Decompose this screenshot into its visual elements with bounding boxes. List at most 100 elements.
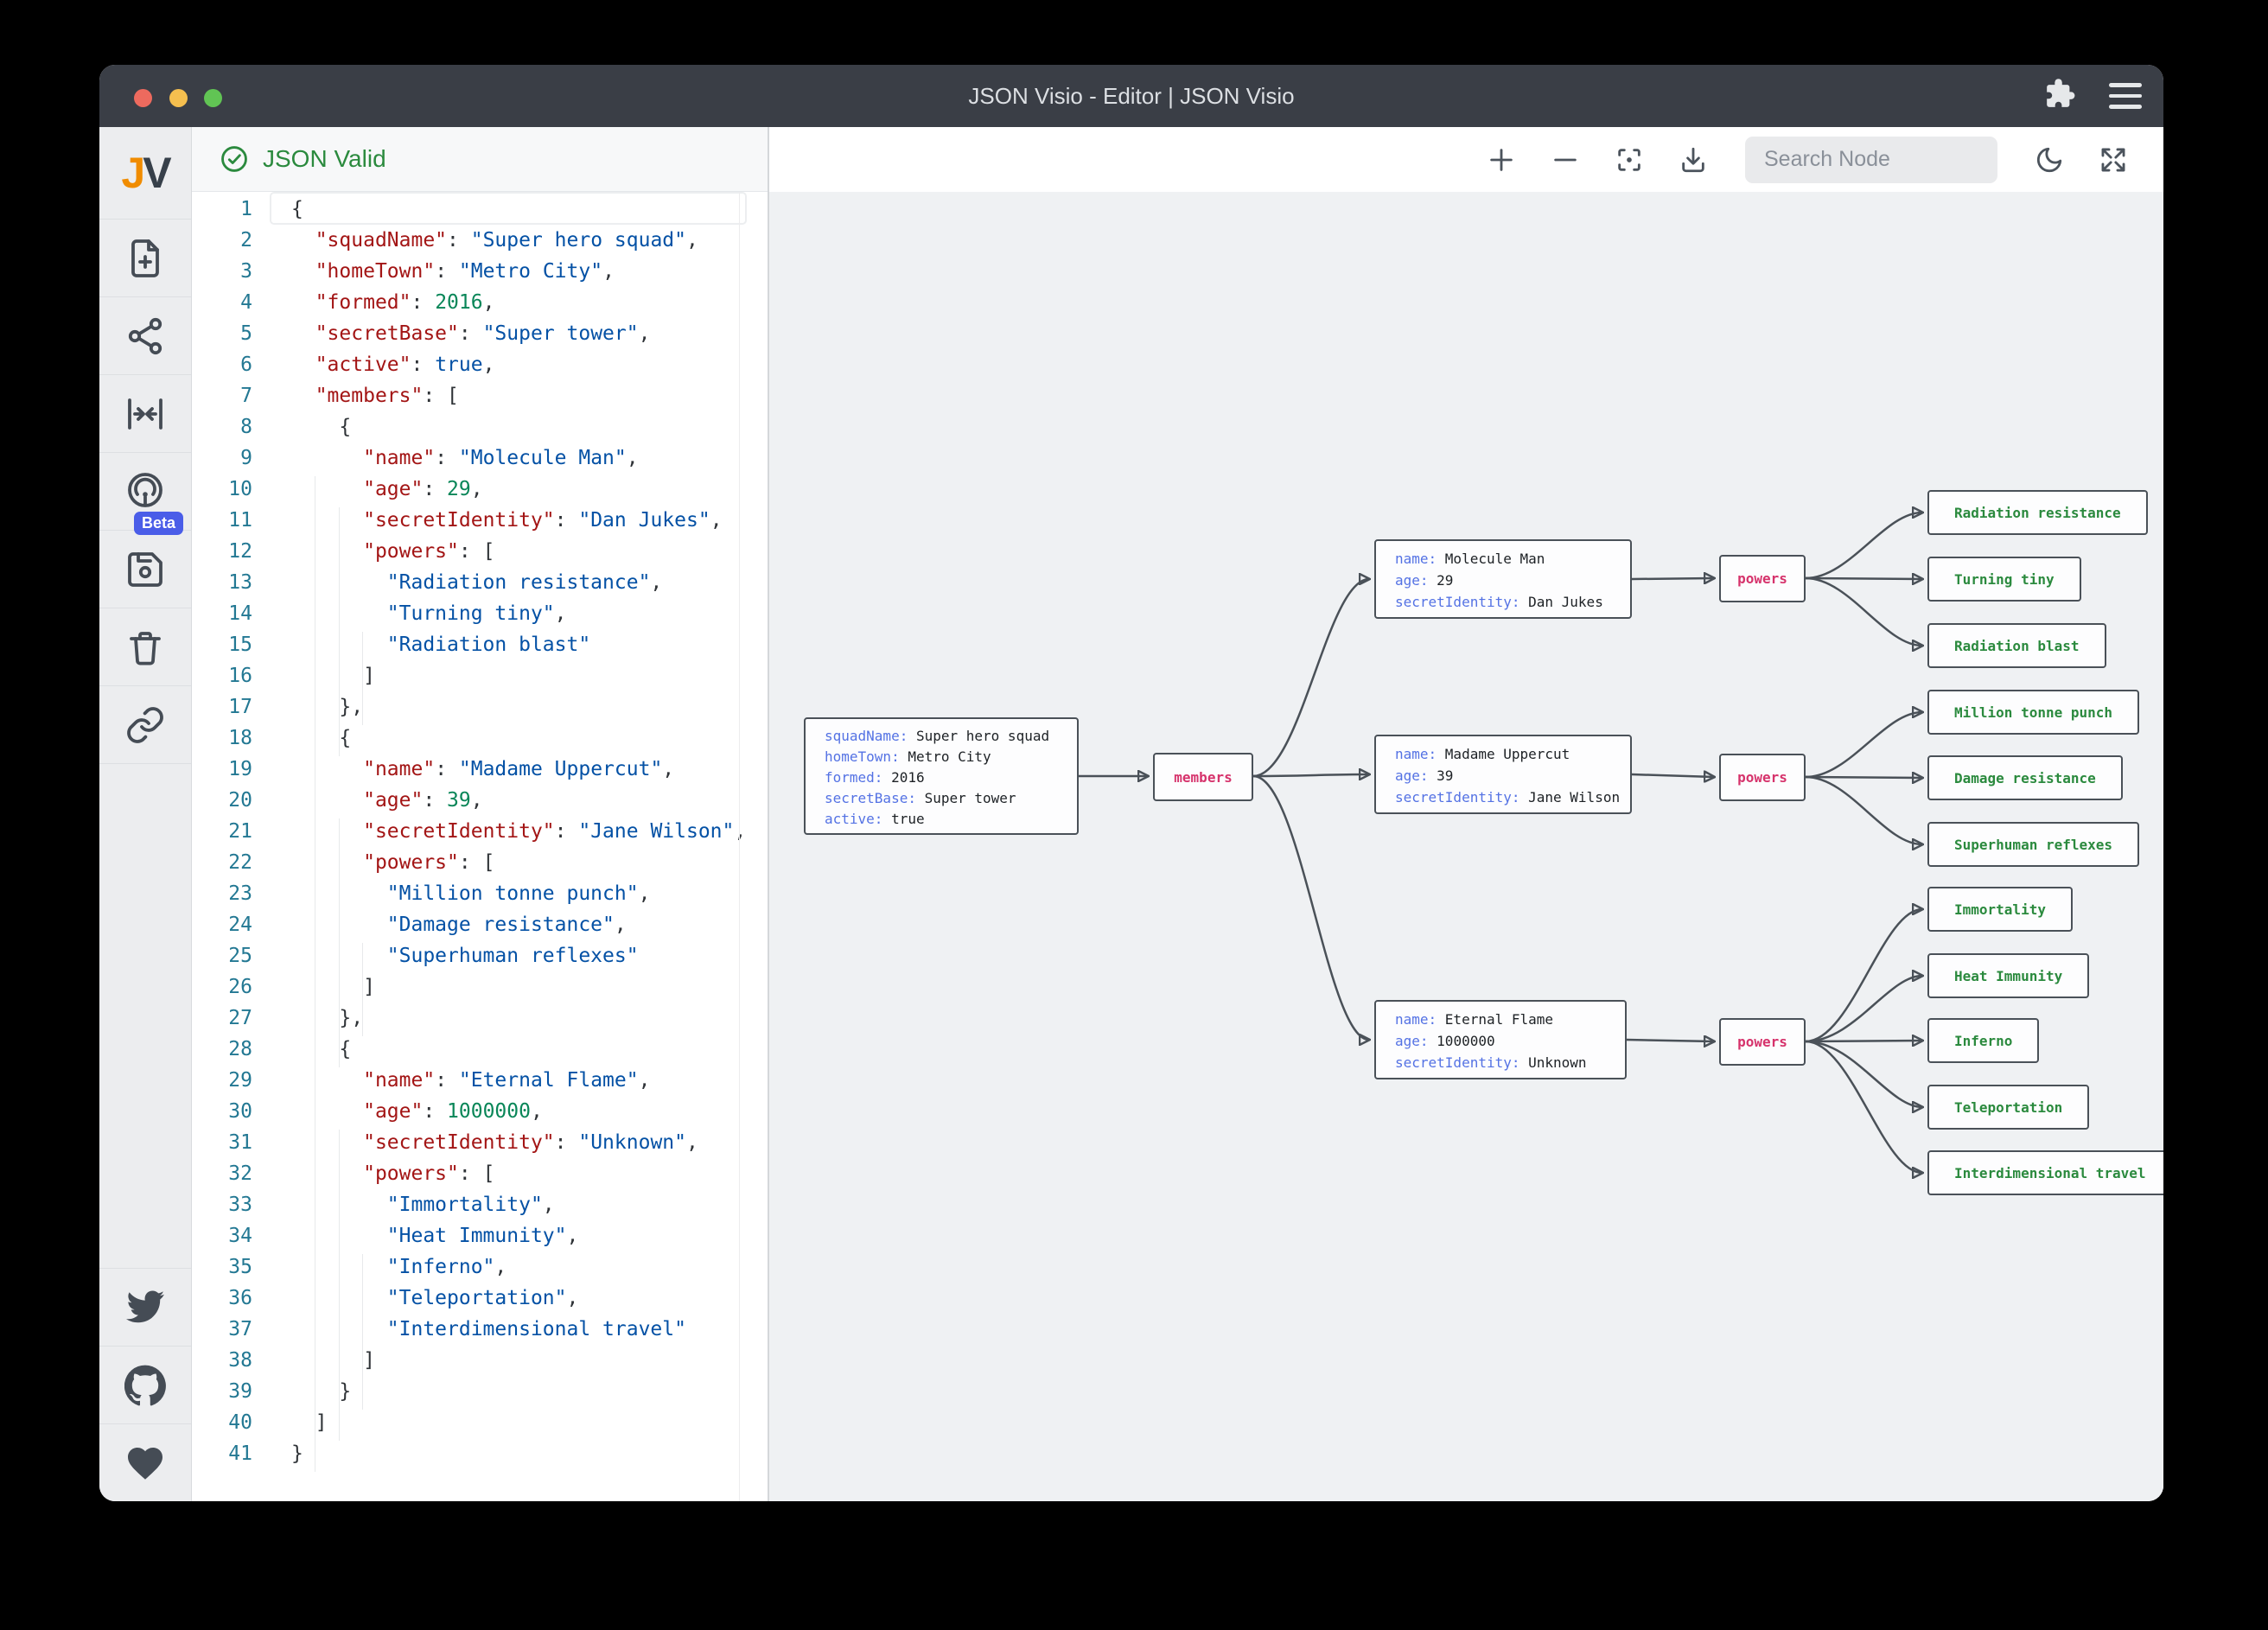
code-line[interactable]: "secretIdentity": "Jane Wilson",	[291, 816, 769, 847]
graph-member-node[interactable]: name: Madame Uppercutage: 39secretIdenti…	[1374, 735, 1632, 814]
code-line[interactable]: "Immortality",	[291, 1189, 769, 1220]
code-line[interactable]: {	[291, 723, 769, 754]
code-line[interactable]: "homeTown": "Metro City",	[291, 256, 769, 287]
save-icon	[124, 549, 166, 590]
graph-root-node[interactable]: squadName: Super hero squadhomeTown: Met…	[804, 717, 1079, 835]
json-valid-status: JSON Valid	[263, 145, 386, 173]
line-number: 1	[192, 194, 252, 225]
sidebar-item-delete[interactable]	[99, 608, 191, 685]
logo-v: V	[143, 149, 169, 197]
code-line[interactable]: ]	[291, 1407, 769, 1438]
graph-members-node[interactable]: members	[1153, 753, 1253, 801]
code-line[interactable]: {	[291, 1034, 769, 1065]
code-line[interactable]: "squadName": "Super hero squad",	[291, 225, 769, 256]
graph-leaf-node[interactable]: Radiation resistance	[1927, 490, 2148, 535]
graph-leaf-node[interactable]: Million tonne punch	[1927, 690, 2139, 735]
line-number: 11	[192, 505, 252, 536]
puzzle-extension-icon[interactable]	[2034, 65, 2082, 127]
logo-j: J	[121, 149, 143, 197]
node-row: secretBase: Super tower	[825, 788, 1058, 809]
code-line[interactable]: "secretIdentity": "Dan Jukes",	[291, 505, 769, 536]
dark-mode-toggle[interactable]	[2034, 144, 2065, 175]
sidebar-item-new-document[interactable]	[99, 219, 191, 296]
sidebar-item-fit-width[interactable]	[99, 374, 191, 452]
line-number-gutter: 1234567891011121314151617181920212223242…	[192, 194, 252, 1469]
graph-leaf-node[interactable]: Heat Immunity	[1927, 953, 2089, 998]
graph-powers-node[interactable]: powers	[1719, 1018, 1806, 1066]
code-line[interactable]: "Damage resistance",	[291, 909, 769, 940]
center-focus-button[interactable]	[1614, 144, 1645, 175]
indent-guide	[339, 1130, 340, 1441]
zoom-in-button[interactable]	[1486, 144, 1517, 175]
graph-leaf-node[interactable]: Immortality	[1927, 887, 2073, 932]
sidebar-item-share[interactable]	[99, 296, 191, 374]
code-line[interactable]: {	[291, 194, 769, 225]
graph-panel: squadName: Super hero squadhomeTown: Met…	[769, 127, 2163, 1501]
code-line[interactable]: "members": [	[291, 380, 769, 411]
search-node-input[interactable]	[1764, 147, 2042, 172]
node-row: squadName: Super hero squad	[825, 726, 1058, 747]
node-row: name: Molecule Man	[1395, 548, 1611, 570]
twitter-icon	[124, 1287, 166, 1328]
graph-powers-node[interactable]: powers	[1719, 555, 1806, 602]
code-line[interactable]: "name": "Madame Uppercut",	[291, 754, 769, 785]
line-number: 17	[192, 691, 252, 723]
code-line[interactable]: {	[291, 411, 769, 443]
app-logo[interactable]: JV	[99, 127, 191, 219]
sidebar-item-link[interactable]	[99, 685, 191, 763]
code-line[interactable]: "powers": [	[291, 847, 769, 878]
code-line[interactable]: "powers": [	[291, 1158, 769, 1189]
graph-leaf-node[interactable]: Superhuman reflexes	[1927, 822, 2139, 867]
line-number: 8	[192, 411, 252, 443]
fullscreen-button[interactable]	[2098, 144, 2129, 175]
editor-scrollbar[interactable]	[739, 192, 740, 1501]
node-row: age: 39	[1395, 765, 1611, 786]
graph-leaf-node[interactable]: Damage resistance	[1927, 755, 2123, 800]
graph-leaf-node[interactable]: Radiation blast	[1927, 623, 2106, 668]
sidebar-item-github[interactable]	[99, 1346, 191, 1423]
code-line[interactable]: "age": 39,	[291, 785, 769, 816]
code-line[interactable]: "age": 29,	[291, 474, 769, 505]
code-editor[interactable]: 1234567891011121314151617181920212223242…	[192, 192, 769, 1501]
sidebar-item-twitter[interactable]	[99, 1268, 191, 1346]
graph-leaf-node[interactable]: Inferno	[1927, 1018, 2039, 1063]
code-line[interactable]: "name": "Eternal Flame",	[291, 1065, 769, 1096]
node-row: secretIdentity: Unknown	[1395, 1052, 1606, 1073]
graph-leaf-node[interactable]: Interdimensional travel	[1927, 1150, 2163, 1195]
graph-member-node[interactable]: name: Molecule Manage: 29secretIdentity:…	[1374, 539, 1632, 619]
code-line[interactable]: }	[291, 1438, 769, 1469]
code-line[interactable]: "secretBase": "Super tower",	[291, 318, 769, 349]
code-line[interactable]: "Radiation resistance",	[291, 567, 769, 598]
sidebar-item-sponsor[interactable]	[99, 1423, 191, 1501]
code-line[interactable]: "powers": [	[291, 536, 769, 567]
sidebar-item-save[interactable]	[99, 530, 191, 608]
code-line[interactable]: "age": 1000000,	[291, 1096, 769, 1127]
line-number: 4	[192, 287, 252, 318]
graph-member-node[interactable]: name: Eternal Flameage: 1000000secretIde…	[1374, 1000, 1627, 1079]
line-number: 2	[192, 225, 252, 256]
code-line[interactable]: "name": "Molecule Man",	[291, 443, 769, 474]
indent-guide	[339, 507, 340, 756]
line-number: 31	[192, 1127, 252, 1158]
line-number: 28	[192, 1034, 252, 1065]
json-editor-panel: JSON Valid 12345678910111213141516171819…	[192, 127, 769, 1501]
line-number: 24	[192, 909, 252, 940]
graph-leaf-node[interactable]: Teleportation	[1927, 1085, 2089, 1130]
graph-canvas[interactable]: squadName: Super hero squadhomeTown: Met…	[769, 192, 2163, 1501]
node-row: age: 29	[1395, 570, 1611, 591]
zoom-out-button[interactable]	[1550, 144, 1581, 175]
code-line[interactable]: "Heat Immunity",	[291, 1220, 769, 1251]
graph-leaf-node[interactable]: Turning tiny	[1927, 557, 2081, 602]
sidebar-item-live-transform[interactable]: Beta	[99, 452, 191, 530]
hamburger-menu-icon[interactable]	[2101, 65, 2150, 127]
line-number: 36	[192, 1283, 252, 1314]
download-button[interactable]	[1678, 144, 1709, 175]
code-line[interactable]: "secretIdentity": "Unknown",	[291, 1127, 769, 1158]
code-line[interactable]: "formed": 2016,	[291, 287, 769, 318]
line-number: 33	[192, 1189, 252, 1220]
code-line[interactable]: "Million tonne punch",	[291, 878, 769, 909]
code-line[interactable]: "Turning tiny",	[291, 598, 769, 629]
graph-powers-node[interactable]: powers	[1719, 754, 1806, 801]
code-line[interactable]: "active": true,	[291, 349, 769, 380]
fit-width-icon	[124, 393, 166, 435]
